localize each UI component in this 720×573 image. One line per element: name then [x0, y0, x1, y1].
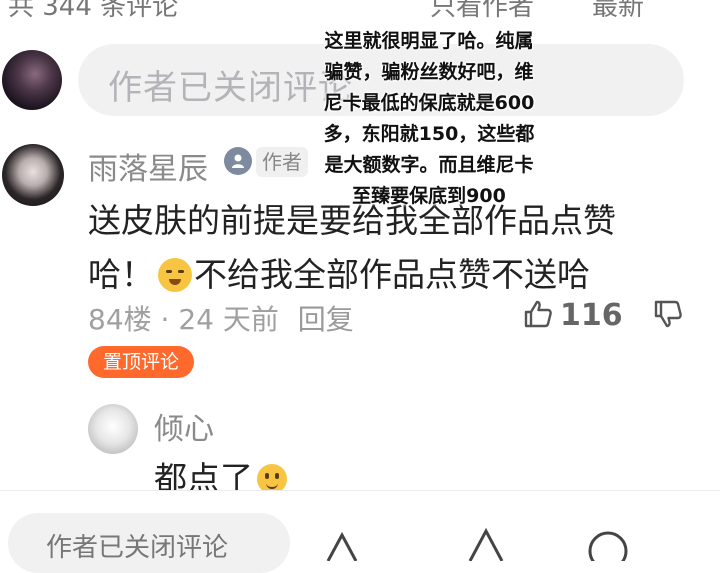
author-only-filter[interactable]: 只看作者 — [430, 0, 534, 23]
commenter-avatar[interactable] — [2, 144, 64, 206]
thumbs-up-icon[interactable] — [522, 298, 554, 330]
comment-line-2: 哈！ 不给我全部作品点赞不送哈 — [88, 248, 708, 302]
author-tag: 作者 — [256, 147, 308, 177]
reply-username[interactable]: 倾心 — [154, 404, 214, 448]
caption-overlay: 这里就很明显了哈。纯属骗赞，骗粉丝数好吧，维尼卡最低的保底就是600多，东阳就1… — [323, 30, 535, 207]
comment-line-2-end: 不给我全部作品点赞不送哈 — [194, 255, 590, 294]
sweat-laugh-emoji-icon — [158, 258, 192, 292]
like-count: 116 — [560, 298, 623, 333]
like-action-icon[interactable] — [322, 521, 362, 561]
comment-meta: 84楼 · 24 天前 回复 — [88, 298, 354, 338]
commenter-username[interactable]: 雨落星辰 — [88, 144, 208, 188]
reply-button[interactable]: 回复 — [298, 303, 354, 336]
thumbs-down-icon[interactable] — [652, 298, 684, 330]
bottom-bar: 作者已关闭评论 — [0, 491, 720, 573]
reply-avatar[interactable] — [88, 404, 138, 454]
pinned-comment-badge: 置顶评论 — [88, 346, 194, 378]
comment-count: 共 344 条评论 — [8, 0, 179, 22]
favorite-star-icon[interactable] — [466, 521, 506, 561]
author-badge-icon — [224, 147, 252, 175]
bottom-comment-input[interactable]: 作者已关闭评论 — [8, 513, 290, 573]
bottom-input-placeholder: 作者已关闭评论 — [46, 533, 229, 563]
comment-bubble-icon[interactable] — [588, 521, 628, 561]
top-bar: 共 344 条评论 只看作者 最新 — [0, 0, 720, 22]
avatar — [2, 50, 62, 110]
sort-latest[interactable]: 最新 — [592, 0, 644, 23]
comment-line-2-start: 哈！ — [88, 255, 154, 294]
floor-and-time: 84楼 · 24 天前 — [88, 303, 279, 336]
